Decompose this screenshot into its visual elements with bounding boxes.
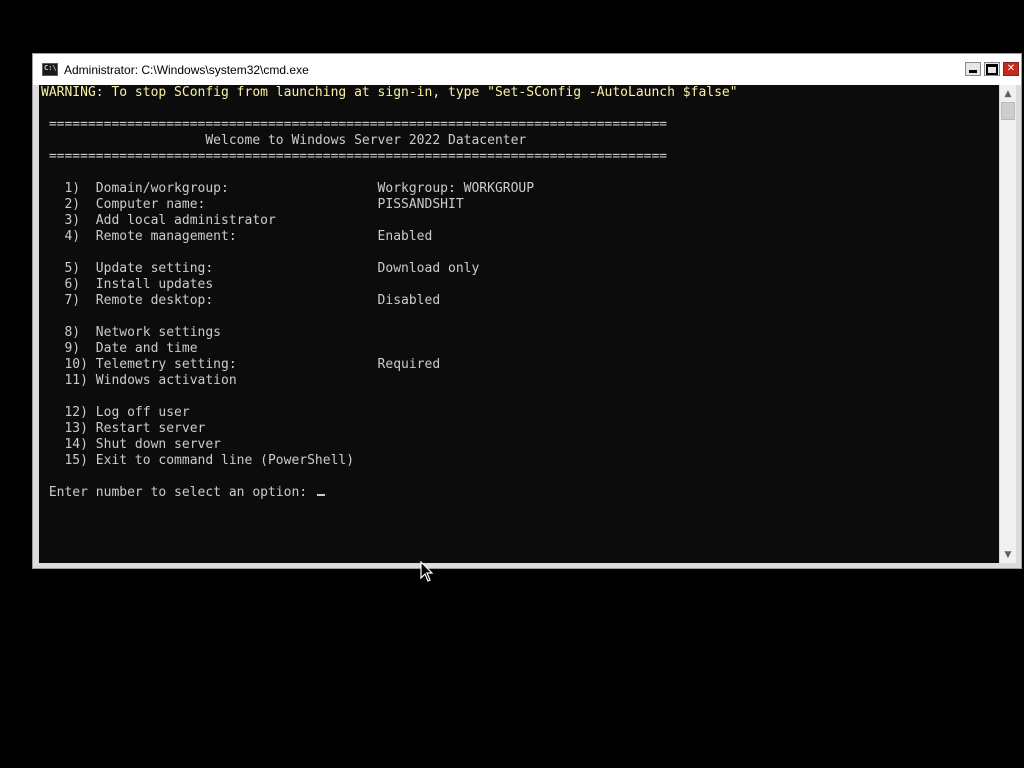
close-icon: ✕: [1006, 63, 1016, 74]
console-output[interactable]: WARNING: To stop SConfig from launching …: [39, 85, 999, 563]
menu-item-date-time: 9) Date and time: [41, 341, 198, 356]
welcome-heading: Welcome to Windows Server 2022 Datacente…: [41, 133, 527, 148]
input-prompt-line[interactable]: Enter number to select an option:: [41, 485, 325, 501]
menu-item-domain-workgroup: 1) Domain/workgroup: Workgroup: WORKGROU…: [41, 181, 535, 196]
chevron-down-icon: ▼: [1004, 549, 1012, 560]
vertical-scrollbar[interactable]: ▲ ▼: [999, 85, 1016, 563]
scroll-up-button[interactable]: ▲: [1000, 85, 1016, 102]
scroll-down-button[interactable]: ▼: [1000, 546, 1016, 563]
title-bar[interactable]: C:\ Administrator: C:\Windows\system32\c…: [33, 54, 1021, 85]
cmd-window[interactable]: C:\ Administrator: C:\Windows\system32\c…: [32, 53, 1022, 569]
menu-item-restart: 13) Restart server: [41, 421, 206, 436]
menu-item-computer-name: 2) Computer name: PISSANDSHIT: [41, 197, 464, 212]
menu-item-add-local-admin: 3) Add local administrator: [41, 213, 276, 228]
warning-line: WARNING: To stop SConfig from launching …: [41, 85, 738, 100]
menu-item-windows-activation: 11) Windows activation: [41, 373, 237, 388]
cmd-icon: C:\: [42, 63, 58, 76]
minimize-icon: [969, 69, 977, 73]
menu-item-shut-down: 14) Shut down server: [41, 437, 222, 452]
chevron-up-icon: ▲: [1004, 88, 1012, 99]
scrollbar-thumb[interactable]: [1001, 102, 1015, 120]
menu-item-update-setting: 5) Update setting: Download only: [41, 261, 480, 276]
separator-top: ========================================…: [41, 117, 668, 132]
menu-item-remote-desktop: 7) Remote desktop: Disabled: [41, 293, 441, 308]
text-cursor: [316, 494, 325, 496]
minimize-button[interactable]: [965, 62, 981, 76]
menu-item-telemetry: 10) Telemetry setting: Required: [41, 357, 441, 372]
menu-item-remote-management: 4) Remote management: Enabled: [41, 229, 433, 244]
mouse-pointer-icon: [420, 561, 434, 582]
menu-item-log-off: 12) Log off user: [41, 405, 190, 420]
separator-bottom: ========================================…: [41, 149, 668, 164]
input-prompt: Enter number to select an option:: [41, 485, 315, 500]
menu-item-install-updates: 6) Install updates: [41, 277, 214, 292]
menu-item-exit-powershell: 15) Exit to command line (PowerShell): [41, 453, 355, 468]
maximize-button[interactable]: [984, 62, 1000, 76]
window-title: Administrator: C:\Windows\system32\cmd.e…: [64, 62, 309, 77]
close-button[interactable]: ✕: [1003, 62, 1019, 76]
menu-item-network-settings: 8) Network settings: [41, 325, 222, 340]
maximize-icon: [986, 63, 998, 75]
